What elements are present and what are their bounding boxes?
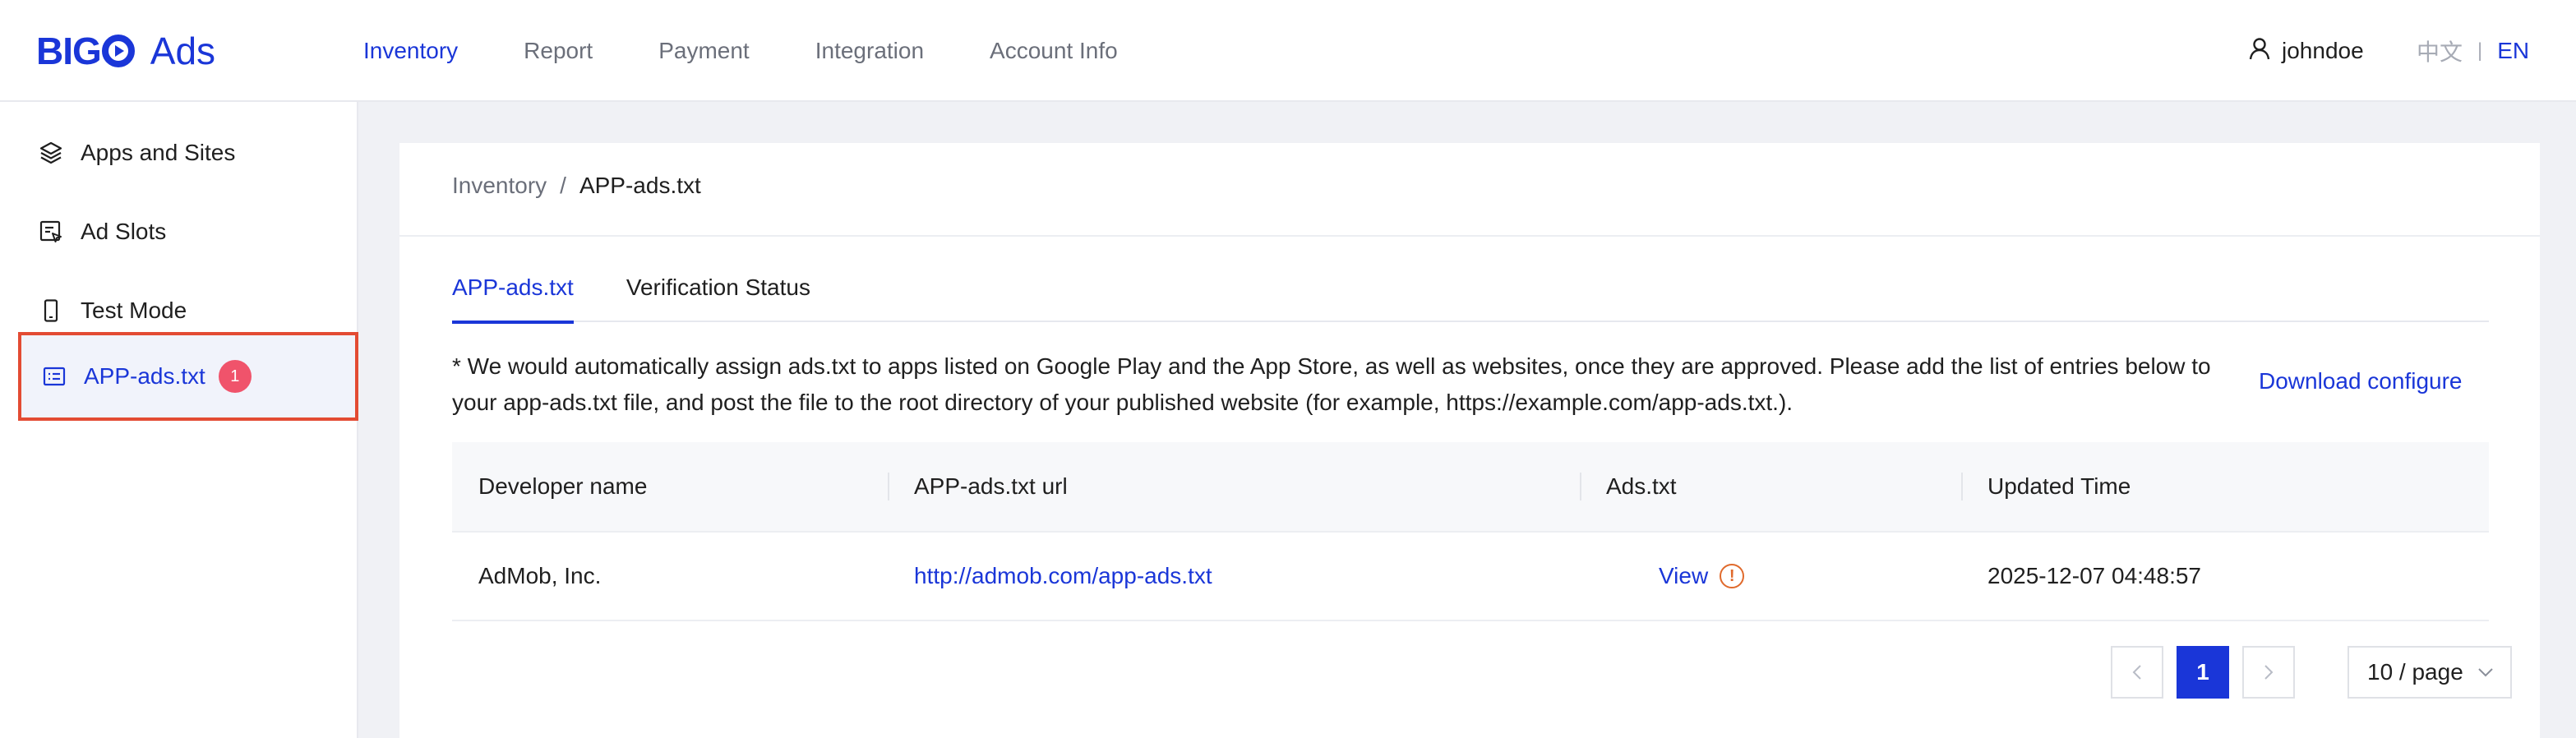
download-configure-link[interactable]: Download configure <box>2259 368 2463 394</box>
tab-bar: APP-ads.txt Verification Status <box>452 266 2489 324</box>
sidebar-item-ad-slots[interactable]: Ad Slots <box>0 192 358 271</box>
nav-report[interactable]: Report <box>524 38 593 64</box>
main-nav: Inventory Report Payment Integration Acc… <box>363 0 1118 102</box>
view-button[interactable]: View <box>1659 563 1708 589</box>
column-header-updated-time: Updated Time <box>1961 441 2489 532</box>
next-page-button[interactable] <box>2242 646 2295 699</box>
page-size-value: 10 / page <box>2367 659 2463 685</box>
sidebar-item-label: Ad Slots <box>81 219 167 244</box>
nav-inventory[interactable]: Inventory <box>363 38 458 64</box>
chevron-right-icon <box>2264 665 2274 680</box>
sidebar-item-label: Test Mode <box>81 298 187 323</box>
page-size-select[interactable]: 10 / page <box>2347 646 2512 699</box>
document-list-icon <box>39 362 69 391</box>
tab-app-ads-txt[interactable]: APP-ads.txt <box>452 266 574 324</box>
top-header: BIG Ads Inventory Report Payment Integra… <box>0 0 2576 102</box>
card-divider <box>399 235 2540 237</box>
user-icon <box>2249 37 2270 66</box>
sidebar-item-app-ads-txt[interactable]: APP-ads.txt 1 <box>18 332 358 421</box>
nav-payment[interactable]: Payment <box>658 38 750 64</box>
breadcrumb-current: APP-ads.txt <box>579 173 701 198</box>
cell-url: http://admob.com/app-ads.txt <box>888 532 1580 620</box>
lang-separator: | <box>2477 39 2483 62</box>
table-row: AdMob, Inc. http://admob.com/app-ads.txt… <box>452 533 2489 621</box>
tab-verification-status[interactable]: Verification Status <box>626 266 810 322</box>
column-header-url: APP-ads.txt url <box>888 441 1580 532</box>
logo-wordmark-ads: Ads <box>150 30 216 72</box>
breadcrumb: Inventory / APP-ads.txt <box>452 173 701 199</box>
app-ads-txt-url-link[interactable]: http://admob.com/app-ads.txt <box>914 563 1212 589</box>
chevron-left-icon <box>2132 665 2141 680</box>
breadcrumb-separator: / <box>560 173 566 198</box>
layers-icon <box>36 138 66 168</box>
sidebar-item-label: Apps and Sites <box>81 140 236 165</box>
nav-account-info[interactable]: Account Info <box>990 38 1118 64</box>
cell-developer-name: AdMob, Inc. <box>478 563 602 588</box>
chevron-down-icon <box>2478 668 2493 677</box>
notification-badge: 1 <box>218 360 252 393</box>
notice-text: * We would automatically assign ads.txt … <box>452 353 2211 415</box>
column-header-ads-txt: Ads.txt <box>1580 441 1961 532</box>
bigo-ads-logo[interactable]: BIG Ads <box>36 28 215 74</box>
notice: * We would automatically assign ads.txt … <box>452 348 2576 421</box>
cell-ads-txt: View ! <box>1580 532 1961 620</box>
user-menu[interactable]: johndoe <box>2249 33 2364 69</box>
breadcrumb-inventory[interactable]: Inventory <box>452 173 547 199</box>
phone-icon <box>36 296 66 325</box>
nav-integration[interactable]: Integration <box>815 38 924 64</box>
pagination: 1 10 / page <box>2111 646 2512 699</box>
ads-txt-table: Developer name APP-ads.txt url Ads.txt U… <box>452 442 2489 621</box>
ad-slot-icon <box>36 217 66 247</box>
cell-updated-time: 2025-12-07 04:48:57 <box>1987 563 2201 588</box>
lang-zh[interactable]: 中文 <box>2417 35 2463 67</box>
column-header-developer-name: Developer name <box>478 473 648 499</box>
prev-page-button[interactable] <box>2111 646 2163 699</box>
username: johndoe <box>2282 38 2364 63</box>
warning-icon[interactable]: ! <box>1720 564 1745 588</box>
sidebar: Apps and Sites Ad Slots Test Mode APP-ad… <box>0 102 358 738</box>
table-header: Developer name APP-ads.txt url Ads.txt U… <box>452 442 2489 533</box>
content-card: Inventory / APP-ads.txt APP-ads.txt Veri… <box>399 143 2540 738</box>
lang-en[interactable]: EN <box>2497 38 2529 64</box>
language-switch: 中文 | EN <box>2417 33 2529 69</box>
page-number-current[interactable]: 1 <box>2177 646 2229 699</box>
sidebar-item-label: APP-ads.txt <box>84 363 205 389</box>
logo-wordmark-bigo: BIG <box>36 29 136 73</box>
sidebar-item-apps-and-sites[interactable]: Apps and Sites <box>0 113 358 192</box>
